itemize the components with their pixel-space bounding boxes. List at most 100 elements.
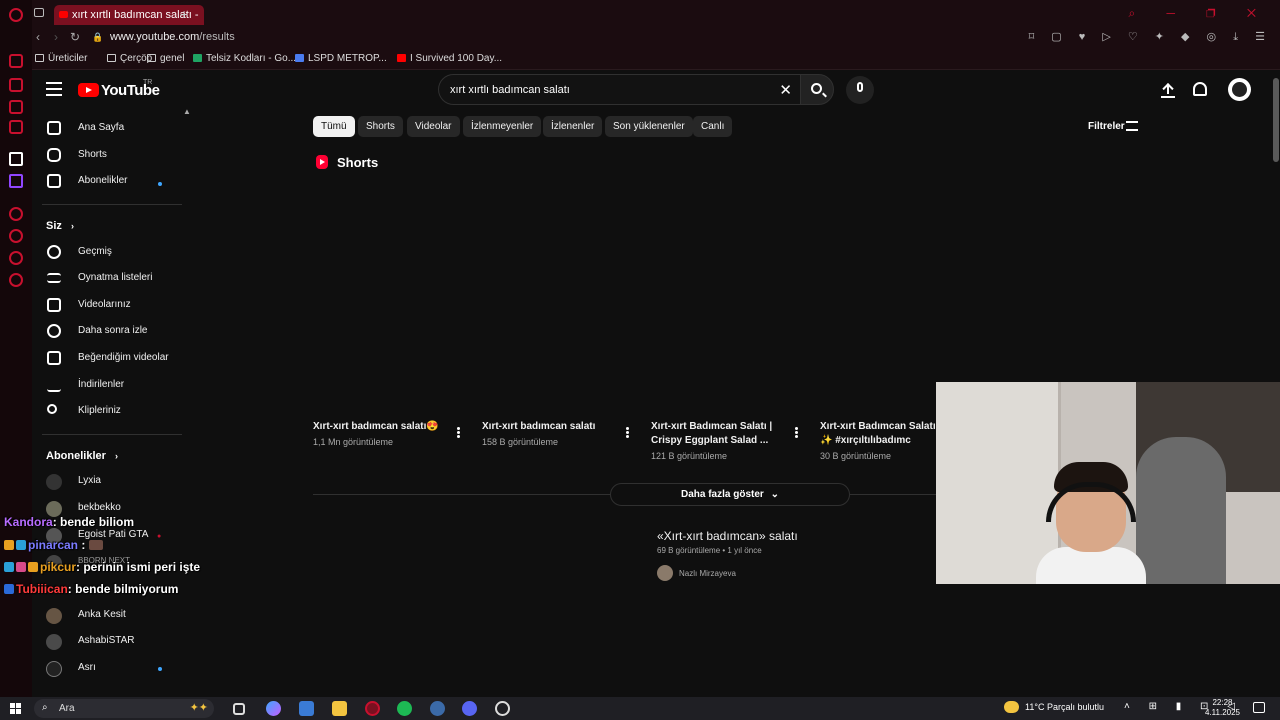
account-avatar[interactable] (1228, 78, 1251, 101)
windows-start-icon[interactable] (10, 703, 21, 714)
bookmark-item[interactable]: I Survived 100 Day... (397, 53, 502, 64)
short-card[interactable]: Xırt-xırt badımcan salatı 158 B görüntül… (482, 420, 612, 447)
channel-avatar[interactable] (657, 565, 673, 581)
new-tab-icon[interactable]: + (180, 6, 188, 22)
guide-item-your-videos[interactable]: Videolarınız (46, 296, 176, 316)
filters-icon[interactable] (1126, 121, 1138, 131)
bookmark-item[interactable]: LSPD METROP... (295, 53, 387, 64)
twitch-icon[interactable] (9, 174, 23, 188)
logo-country: TR (143, 79, 153, 86)
scrollbar-thumb[interactable] (1273, 78, 1279, 162)
bookmark-item[interactable]: genel (147, 53, 184, 64)
short-title[interactable]: Xırt-xırt badımcan salatı (482, 420, 612, 434)
voice-search-button[interactable] (846, 76, 874, 104)
clear-search-icon[interactable]: ✕ (779, 81, 792, 99)
reload-icon[interactable]: ↻ (70, 30, 80, 44)
weather-text[interactable]: 11°C Parçalı bulutlu (1025, 702, 1104, 712)
guide-item-liked-videos[interactable]: Beğendiğim videolar (46, 349, 176, 369)
chat-message: Tubiiican: bende bilmiyorum (4, 582, 178, 596)
task-view-icon[interactable] (233, 703, 245, 715)
taskbar-search[interactable]: ⌕ Ara ✦✦ (34, 699, 214, 718)
opera-logo-icon[interactable] (9, 8, 23, 22)
spotify-icon[interactable] (397, 701, 412, 716)
video-channel-name[interactable]: Nazlı Mirzayeva (679, 569, 736, 578)
more-actions-icon[interactable] (626, 427, 629, 438)
url-field[interactable]: www.youtube.com/results (110, 31, 235, 43)
chat-badge-icon (4, 540, 14, 550)
store-icon[interactable] (299, 701, 314, 716)
new-content-dot (158, 182, 162, 186)
chip-watched[interactable]: İzlenenler (543, 116, 603, 137)
guide-item-downloads[interactable]: İndirilenler (46, 376, 176, 396)
guide-item-history[interactable]: Geçmiş (46, 243, 176, 263)
bookmark-item[interactable]: Çerçöp (107, 53, 152, 64)
file-explorer-icon[interactable] (332, 701, 347, 716)
guide-item-watch-later[interactable]: Daha sonra izle (46, 322, 176, 342)
opera-gx-icon[interactable] (365, 701, 380, 716)
bookmark-item[interactable]: Telsiz Kodları - Go... (193, 53, 296, 64)
history-icon (47, 245, 61, 259)
guide-item-playlists[interactable]: Oynatma listeleri (46, 269, 176, 289)
short-card[interactable]: Xırt-xırt Badımcan Salatı ✨ #xırçıltılıb… (820, 420, 936, 461)
channel-item[interactable]: AshabiSTAR (46, 632, 176, 652)
channel-item[interactable]: Asrı (46, 659, 176, 679)
copilot-icon[interactable] (266, 701, 281, 716)
short-title[interactable]: Xırt-xırt Badımcan Salatı ✨ #xırçıltılıb… (820, 420, 936, 448)
emote-icon (89, 540, 104, 550)
sidebar-app-icon[interactable] (9, 78, 23, 92)
guide-scroll-up-icon[interactable]: ▲ (183, 107, 191, 116)
channel-item[interactable]: Lyxia (46, 472, 176, 492)
subscriptions-icon (47, 174, 61, 188)
app-icon[interactable] (430, 701, 445, 716)
filters-button[interactable]: Filtreler (1088, 121, 1125, 132)
notifications-icon[interactable] (1253, 702, 1265, 713)
chip-unwatched[interactable]: İzlenmeyenler (463, 116, 542, 137)
chat-badge-icon (16, 562, 26, 572)
chip-shorts[interactable]: Shorts (358, 116, 403, 137)
obs-icon[interactable] (495, 701, 510, 716)
discord-icon[interactable] (462, 701, 477, 716)
sidebar-app-icon[interactable] (9, 120, 23, 134)
chip-videos[interactable]: Videolar (407, 116, 460, 137)
guide-item-shorts[interactable]: Shorts (46, 146, 176, 166)
show-more-button[interactable]: Daha fazla göster ⌄ (610, 483, 850, 506)
short-title[interactable]: Xırt-xırt Badımcan Salatı | Crispy Eggpl… (651, 420, 786, 448)
short-card[interactable]: Xırt-xırt badımcan salatı😍 1,1 Mn görünt… (313, 420, 463, 447)
bookmark-item[interactable]: Üreticiler (35, 53, 87, 64)
chip-live[interactable]: Canlı (693, 116, 733, 137)
clock-icon (47, 324, 61, 338)
more-actions-icon[interactable] (457, 427, 460, 438)
sidebar-app-icon[interactable] (9, 207, 23, 221)
video-title[interactable]: «Xırt-xırt badımcan» salatı (657, 529, 798, 543)
settings-icon[interactable] (9, 273, 23, 287)
sidebar-app-icon[interactable] (9, 54, 23, 68)
sidebar-app-icon[interactable] (9, 251, 23, 265)
clock[interactable]: 22:28 4.11.2025 (1205, 698, 1240, 718)
channel-item[interactable]: Anka Kesit (46, 606, 176, 626)
forward-icon[interactable]: › (54, 30, 58, 44)
upload-icon[interactable] (1160, 82, 1176, 98)
guide-item-home[interactable]: Ana Sayfa (46, 119, 176, 139)
tab-menu-icon[interactable] (34, 8, 44, 17)
guide-you-heading[interactable]: Siz › (46, 220, 74, 232)
search-button[interactable] (800, 74, 834, 105)
guide-item-subscriptions[interactable]: Abonelikler (46, 172, 176, 192)
back-icon[interactable]: ‹ (36, 30, 40, 44)
sidebar-app-icon[interactable] (9, 152, 23, 166)
short-title[interactable]: Xırt-xırt badımcan salatı😍 (313, 420, 463, 434)
window-controls[interactable]: ⌕ ─ ❐ ✕ (1128, 6, 1270, 21)
history-icon[interactable] (9, 229, 23, 243)
guide-subscriptions-heading[interactable]: Abonelikler › (46, 450, 118, 462)
folder-icon (35, 54, 44, 62)
chip-all[interactable]: Tümü (313, 116, 355, 137)
search-input[interactable]: xırt xırtlı badımcan salatı ✕ (438, 74, 800, 105)
chip-recently-uploaded[interactable]: Son yüklenenler (605, 116, 693, 137)
notifications-bell-icon[interactable] (1193, 82, 1207, 96)
guide-item-clips[interactable]: Klipleriniz (46, 402, 176, 422)
sidebar-app-icon[interactable] (9, 100, 23, 114)
short-card[interactable]: Xırt-xırt Badımcan Salatı | Crispy Eggpl… (651, 420, 786, 461)
more-actions-icon[interactable] (795, 427, 798, 438)
menu-icon[interactable] (46, 82, 62, 96)
extension-icons[interactable]: ⌑ ▢ ♥ ▷ ♡ ✦ ◆ ◎ ⤓ ☰ (1029, 30, 1272, 44)
search-icon (811, 83, 822, 94)
